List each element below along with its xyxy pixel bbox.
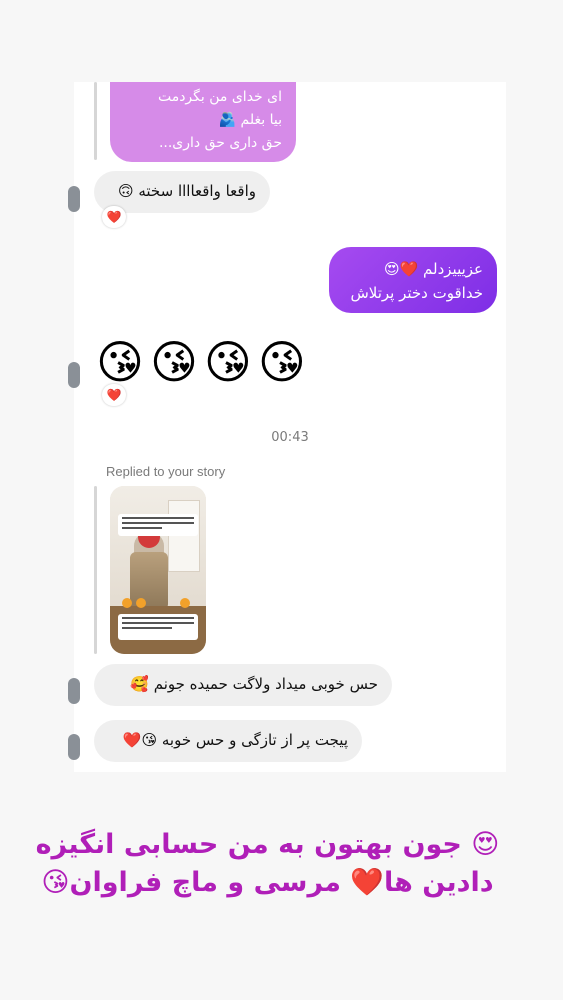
quoted-message-line-3: حق داری حق داری...	[158, 135, 282, 151]
story-thumbnail[interactable]	[110, 486, 206, 654]
outgoing-message-line-2: خداقوت دختر پرتلاش	[350, 284, 483, 302]
quoted-message-line-1: ای خدای من بگردمت	[157, 89, 282, 105]
quoted-message-line-2: بیا بغلم 🫂	[218, 112, 282, 128]
heart-reaction-icon[interactable]: ❤️	[102, 384, 126, 406]
outgoing-message-bubble[interactable]: عزیییزدلم ❤️😍 خداقوت دختر پرتلاش	[329, 247, 497, 313]
story-caption: 😍 جون بهتون به من حسابی انگیزه دادین ها❤…	[30, 826, 505, 902]
incoming-message-text: پیجت پر از تازگی و حس خوبه 😘❤️	[122, 731, 348, 749]
quote-thread-line	[94, 82, 97, 160]
sender-avatar[interactable]	[68, 678, 80, 704]
caption-line-2: دادین ها❤️ مرسی و ماچ فراوان😘	[41, 867, 494, 898]
story-thread-line	[94, 486, 97, 654]
replied-to-story-label: Replied to your story	[106, 464, 226, 479]
incoming-message-bubble[interactable]: حس خوبی میداد ولاگت حمیده جونم 🥰	[94, 664, 392, 706]
caption-line-1: 😍 جون بهتون به من حسابی انگیزه	[35, 829, 500, 860]
heart-reaction-icon[interactable]: ❤️	[102, 206, 126, 228]
incoming-message-bubble[interactable]: پیجت پر از تازگی و حس خوبه 😘❤️	[94, 720, 362, 762]
outgoing-message-line-1: عزیییزدلم ❤️😍	[383, 260, 483, 278]
chat-thread: ای خدای من بگردمت بیا بغلم 🫂 حق داری حق …	[68, 82, 506, 772]
message-timestamp: 00:43	[271, 430, 309, 445]
sender-avatar[interactable]	[68, 362, 80, 388]
sender-avatar[interactable]	[68, 734, 80, 760]
quoted-message-bubble[interactable]: ای خدای من بگردمت بیا بغلم 🫂 حق داری حق …	[110, 82, 296, 174]
sender-avatar[interactable]	[68, 186, 80, 212]
incoming-message-text: حس خوبی میداد ولاگت حمیده جونم 🥰	[130, 675, 378, 693]
incoming-message-text: واقعا واقعاااا سخته 🙃	[117, 182, 256, 200]
emoji-message[interactable]: 😘😘😘😘	[96, 332, 312, 392]
